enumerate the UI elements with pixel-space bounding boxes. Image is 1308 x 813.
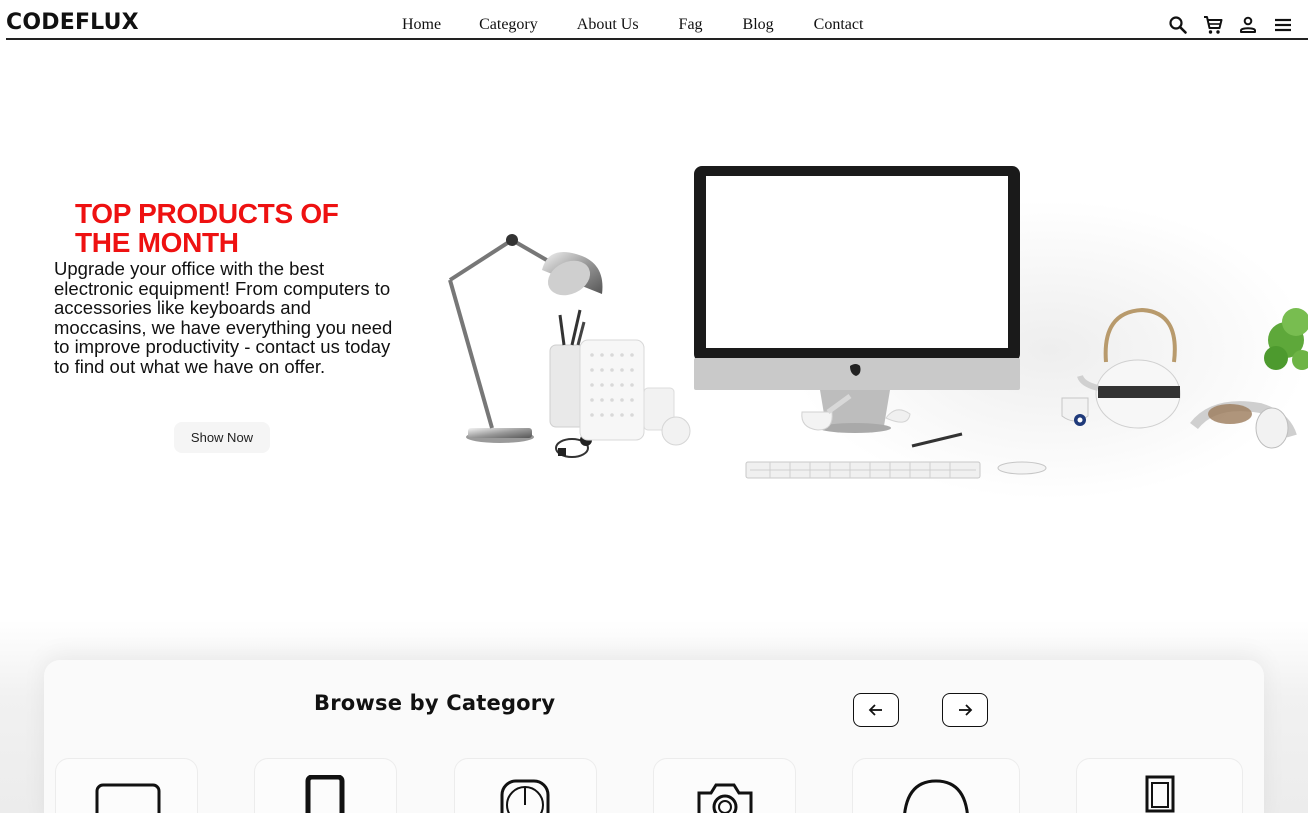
main-menu: Home Category About Us Fag Blog Contact [402,16,863,34]
prev-button[interactable] [853,693,899,727]
show-now-button[interactable]: Show Now [174,422,270,453]
arrow-left-icon [868,704,882,716]
category-tile-frame[interactable] [1076,758,1243,813]
hero-title: TOP PRODUCTS OF THE MONTH [75,198,339,258]
menu-icon[interactable] [1272,14,1294,36]
search-icon[interactable] [1167,14,1189,36]
brand-logo[interactable]: CODEFLUX [6,10,139,35]
category-tile-laptop[interactable] [55,758,198,813]
tablet-icon [305,775,344,813]
nav-category[interactable]: Category [479,16,538,34]
nav-faq[interactable]: Fag [679,16,703,34]
arrow-right-icon [959,704,973,716]
cart-icon[interactable] [1202,14,1224,36]
frame-icon [1145,775,1174,813]
category-title: Browse by Category [314,691,556,715]
nav-contact[interactable]: Contact [814,16,864,34]
camera-icon [697,783,752,813]
next-button[interactable] [942,693,988,727]
nav-divider [6,38,1308,40]
nav-home[interactable]: Home [402,16,441,34]
category-tile-tablet[interactable] [254,758,397,813]
nav-icon-group [1167,14,1294,36]
watch-icon [500,779,549,813]
laptop-icon [95,783,160,813]
nav-about-us[interactable]: About Us [577,16,639,34]
user-icon[interactable] [1237,14,1259,36]
hero-image [430,150,1308,510]
nav-blog[interactable]: Blog [743,16,774,34]
top-nav: CODEFLUX Home Category About Us Fag Blog… [0,0,1308,40]
hero-description: Upgrade your office with the best electr… [54,258,393,377]
category-tile-watch[interactable] [454,758,597,813]
category-tile-camera[interactable] [653,758,796,813]
category-tile-headphones[interactable] [852,758,1020,813]
headphones-icon [903,779,969,813]
